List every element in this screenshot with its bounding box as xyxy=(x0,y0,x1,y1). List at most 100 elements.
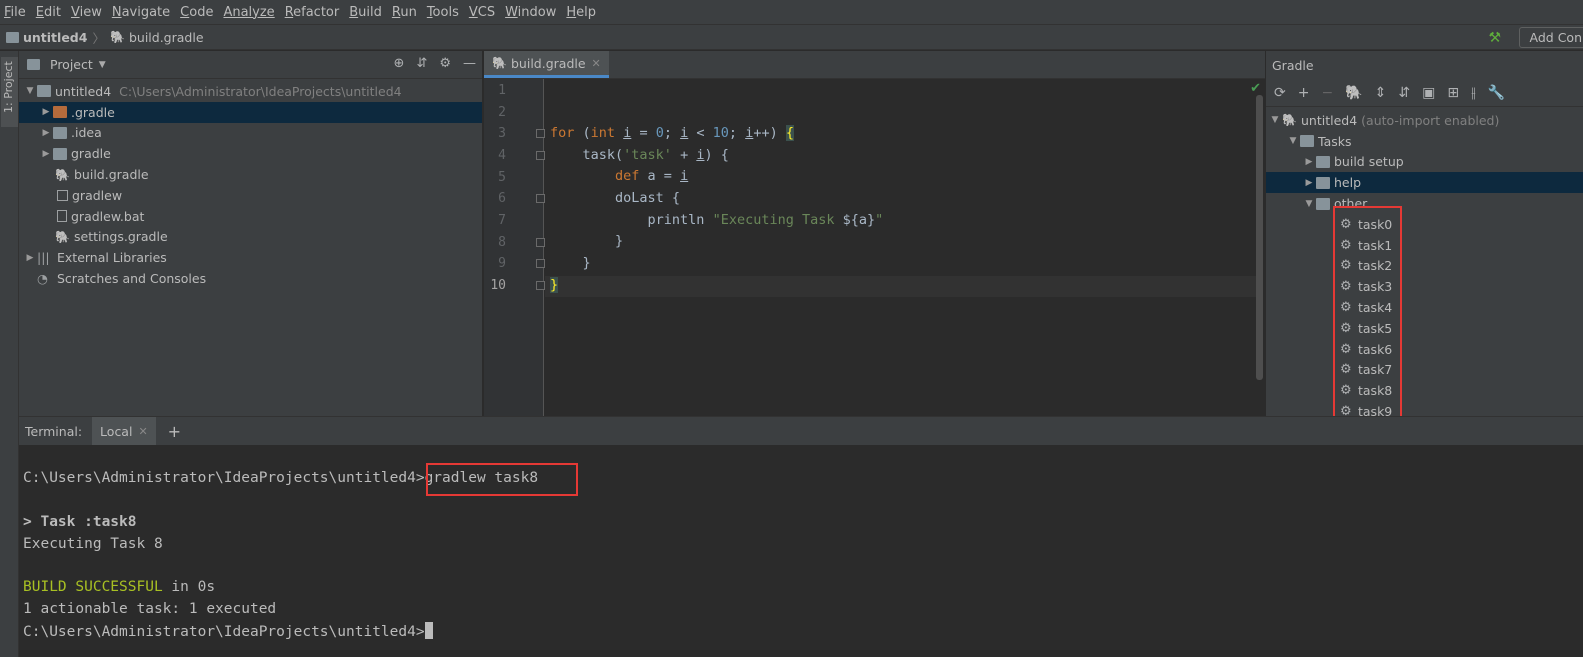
chevron-right-icon[interactable]: ▶ xyxy=(1302,157,1316,167)
fold-marker-icon[interactable] xyxy=(536,194,545,203)
gradle-tree-tasks[interactable]: ▼ Tasks xyxy=(1266,131,1583,152)
close-icon[interactable]: ✕ xyxy=(138,425,147,438)
tree-item-idea[interactable]: ▶ .idea xyxy=(19,123,482,144)
terminal-label: Terminal: xyxy=(25,423,83,439)
text-cursor xyxy=(424,622,433,639)
chevron-down-icon[interactable]: ▼ xyxy=(1286,136,1300,146)
chevron-right-icon[interactable]: ▶ xyxy=(23,253,37,263)
tree-item-gradlew[interactable]: gradlew xyxy=(19,185,482,206)
chevron-right-icon[interactable]: ▶ xyxy=(39,149,53,159)
gradle-tree-root[interactable]: ▼ 🐘 untitled4 (auto-import enabled) xyxy=(1266,110,1583,131)
line-number: 8 xyxy=(498,235,506,250)
breadcrumb-file[interactable]: 🐘 build.gradle xyxy=(110,30,204,45)
code-line-4: task('task' + i) { xyxy=(550,147,729,163)
fold-marker-icon[interactable] xyxy=(536,281,545,290)
collapse-all-icon[interactable]: ⇵ xyxy=(1398,85,1410,101)
fold-marker-icon[interactable] xyxy=(536,151,545,160)
gradle-tree: ▼ 🐘 untitled4 (auto-import enabled) ▼ Ta… xyxy=(1266,107,1583,422)
project-view-selector[interactable]: Project xyxy=(50,57,93,72)
gradle-task-item[interactable]: ⚙ task4 xyxy=(1266,297,1583,318)
folder-icon xyxy=(37,85,51,98)
gradle-task-item[interactable]: ⚙ task7 xyxy=(1266,360,1583,381)
tree-item-gradlew-bat[interactable]: gradlew.bat xyxy=(19,206,482,227)
add-configuration-button[interactable]: Add Con xyxy=(1518,27,1583,48)
menu-help[interactable]: Help xyxy=(566,5,596,20)
gradle-task-item[interactable]: ⚙ task1 xyxy=(1266,235,1583,256)
gradle-task-item[interactable]: ⚙ task5 xyxy=(1266,318,1583,339)
menu-navigate[interactable]: Navigate xyxy=(112,5,170,20)
line-number: 7 xyxy=(498,213,506,228)
expand-all-icon[interactable]: ⇕ xyxy=(1375,85,1387,101)
close-icon[interactable]: ✕ xyxy=(592,57,601,70)
menu-vcs[interactable]: VCS xyxy=(469,5,495,20)
editor-tab-build-gradle[interactable]: 🐘 build.gradle ✕ xyxy=(484,51,609,78)
minus-icon[interactable]: − xyxy=(1321,85,1333,101)
tree-item-root[interactable]: ▼ untitled4 C:\Users\Administrator\IdeaP… xyxy=(19,81,482,102)
chevron-right-icon[interactable]: ▶ xyxy=(39,128,53,138)
locate-crosshair-icon[interactable]: ⊕ xyxy=(394,56,405,71)
file-icon xyxy=(57,210,67,223)
menu-bar: File Edit View Navigate Code Analyze Ref… xyxy=(0,0,1583,25)
gradle-elephant-icon: 🐘 xyxy=(109,30,125,44)
refresh-icon[interactable]: ⟳ xyxy=(1274,85,1286,101)
chevron-down-icon[interactable]: ▼ xyxy=(99,60,106,70)
new-terminal-plus-icon[interactable]: + xyxy=(168,422,181,441)
editor-gutter: 1 2 3 4 5 6 7 8 9 10 xyxy=(484,79,545,416)
folder-icon[interactable]: ▣ xyxy=(1422,85,1435,101)
menu-window[interactable]: Window xyxy=(505,5,556,20)
navigation-bar: untitled4 〉 🐘 build.gradle ⚒ Add Con xyxy=(0,25,1583,50)
tree-item-external-libraries[interactable]: ▶ ||| External Libraries xyxy=(19,247,482,268)
fold-marker-icon[interactable] xyxy=(536,259,545,268)
gradle-elephant-icon: 🐘 xyxy=(1282,113,1297,128)
gradle-tree-group-build-setup[interactable]: ▶ build setup xyxy=(1266,152,1583,173)
plus-icon[interactable]: + xyxy=(1298,85,1310,101)
menu-file[interactable]: File xyxy=(4,5,26,20)
chevron-down-icon[interactable]: ▼ xyxy=(23,86,37,96)
tree-item-build-gradle[interactable]: 🐘 build.gradle xyxy=(19,164,482,185)
terminal-tab-local[interactable]: Local ✕ xyxy=(92,417,156,445)
menu-analyze[interactable]: Analyze xyxy=(223,5,274,20)
menu-view[interactable]: View xyxy=(71,5,102,20)
gradle-task-item[interactable]: ⚙ task3 xyxy=(1266,276,1583,297)
fold-marker-icon[interactable] xyxy=(536,129,545,138)
scratches-icon: ◔ xyxy=(37,271,48,287)
fold-marker-icon[interactable] xyxy=(536,238,545,247)
tree-item-gradle[interactable]: ▶ gradle xyxy=(19,143,482,164)
build-hammer-icon[interactable]: ⚒ xyxy=(1488,30,1501,46)
folder-icon xyxy=(53,126,67,139)
project-panel-header: Project ▼ ⊕ ⇵ ⚙ — xyxy=(19,51,482,79)
tree-item-gradle-dir[interactable]: ▶ .gradle xyxy=(19,101,482,123)
inspection-ok-icon[interactable]: ✔ xyxy=(1250,81,1261,96)
gradle-task-item[interactable]: ⚙ task8 xyxy=(1266,380,1583,401)
gradle-tree-group-help[interactable]: ▶ help xyxy=(1266,172,1583,194)
tree-item-settings-gradle[interactable]: 🐘 settings.gradle xyxy=(19,227,482,248)
gradle-task-item[interactable]: ⚙ task2 xyxy=(1266,256,1583,277)
folder-icon xyxy=(6,31,19,43)
offline-toggle-icon[interactable]: ⫲ xyxy=(1471,85,1476,101)
terminal-panel: Terminal: Local ✕ + C:\Users\Administrat… xyxy=(19,416,1583,657)
chevron-right-icon[interactable]: ▶ xyxy=(39,107,53,117)
gradle-task-item[interactable]: ⚙ task0 xyxy=(1266,214,1583,235)
menu-tools[interactable]: Tools xyxy=(427,5,459,20)
gradle-task-item[interactable]: ⚙ task6 xyxy=(1266,339,1583,360)
chevron-right-icon[interactable]: ▶ xyxy=(1302,178,1316,188)
menu-build[interactable]: Build xyxy=(349,5,382,20)
hide-panel-icon[interactable]: — xyxy=(463,56,476,71)
menu-edit[interactable]: Edit xyxy=(36,5,61,20)
gear-icon[interactable]: ⚙ xyxy=(439,56,451,71)
project-panel: Project ▼ ⊕ ⇵ ⚙ — ▼ untitled4 C:\Users\A… xyxy=(19,51,483,416)
columns-icon[interactable]: ⊞ xyxy=(1447,85,1459,101)
editor-scrollbar[interactable] xyxy=(1256,95,1263,380)
tree-item-scratches[interactable]: ◔ Scratches and Consoles xyxy=(19,268,482,289)
gradle-tree-group-other[interactable]: ▼ other xyxy=(1266,193,1583,214)
menu-code[interactable]: Code xyxy=(180,5,213,20)
menu-run[interactable]: Run xyxy=(392,5,417,20)
breadcrumb-project[interactable]: untitled4 xyxy=(6,30,87,45)
chevron-down-icon[interactable]: ▼ xyxy=(1302,199,1316,209)
chevron-down-icon[interactable]: ▼ xyxy=(1268,115,1282,125)
wrench-icon[interactable]: 🔧 xyxy=(1488,85,1505,101)
collapse-all-icon[interactable]: ⇵ xyxy=(416,56,427,71)
menu-refactor[interactable]: Refactor xyxy=(285,5,340,20)
terminal-prompt[interactable]: C:\Users\Administrator\IdeaProjects\unti… xyxy=(23,622,433,640)
gradle-elephant-icon[interactable]: 🐘 xyxy=(1345,85,1362,101)
